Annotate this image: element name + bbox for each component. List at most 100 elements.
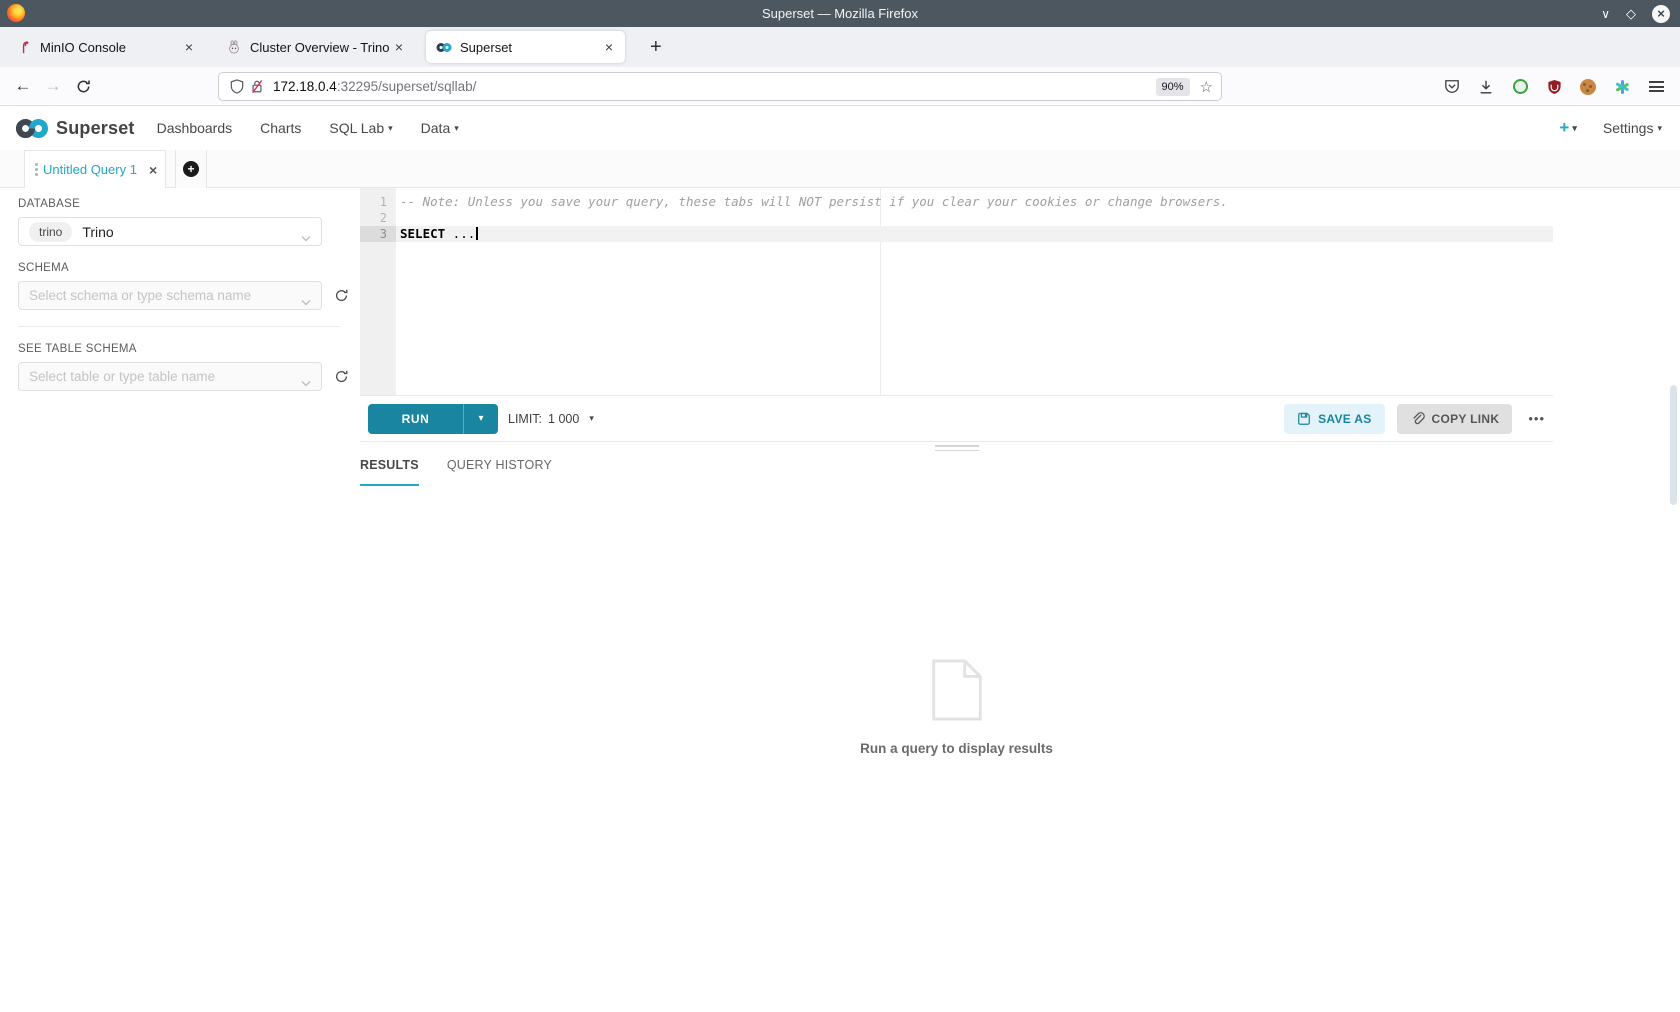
- editor-gutter: 1 2 3: [360, 188, 396, 395]
- refresh-schemas-icon[interactable]: [332, 287, 350, 305]
- limit-label: LIMIT:: [508, 411, 543, 426]
- schema-select[interactable]: Select schema or type schema name: [18, 281, 322, 310]
- editor-toolbar: RUN ▾ LIMIT: 1 000 ▾ SAVE AS COPY LINK •…: [360, 395, 1553, 442]
- add-query-tab-button[interactable]: +: [175, 150, 207, 188]
- pane-resize-handle[interactable]: [934, 445, 979, 454]
- chevron-down-icon: ▾: [1657, 122, 1662, 133]
- database-selected-value: Trino: [82, 223, 114, 240]
- chevron-down-icon: ▾: [388, 122, 393, 133]
- sql-keyword: SELECT: [400, 226, 446, 241]
- more-actions-button[interactable]: •••: [1528, 411, 1545, 426]
- ublock-shield-icon[interactable]: [1544, 77, 1564, 97]
- browser-tab-label: Cluster Overview - Trino: [250, 39, 390, 55]
- browser-tab-label: MinIO Console: [40, 39, 126, 55]
- limit-control[interactable]: LIMIT: 1 000 ▾: [508, 412, 594, 426]
- tab-close-icon[interactable]: ×: [391, 39, 407, 55]
- empty-state-message: Run a query to display results: [860, 741, 1053, 756]
- superset-logo[interactable]: Superset: [14, 117, 135, 140]
- shield-icon[interactable]: [227, 77, 247, 97]
- chevron-down-icon: ▾: [454, 122, 459, 133]
- line-number: 3: [360, 226, 396, 242]
- new-tab-button[interactable]: +: [642, 36, 670, 59]
- firefox-logo-icon: [7, 4, 25, 22]
- page-scrollbar-thumb[interactable]: [1670, 385, 1677, 505]
- cookie-extension-icon[interactable]: [1578, 77, 1598, 97]
- sql-editor[interactable]: 1 2 3 -- Note: Unless you save your quer…: [360, 188, 1553, 395]
- browser-tab-label: Superset: [460, 39, 513, 55]
- browser-tab-trino[interactable]: Cluster Overview - Trino ×: [216, 31, 415, 63]
- back-button[interactable]: ←: [8, 71, 38, 101]
- superset-favicon-icon: [436, 39, 452, 55]
- address-bar[interactable]: 172.18.0.4:32295/superset/sqllab/ 90% ☆: [218, 72, 1222, 101]
- tab-query-history[interactable]: QUERY HISTORY: [447, 458, 552, 486]
- limit-value: 1 000: [548, 411, 580, 426]
- chevron-down-icon: ▾: [1572, 122, 1577, 133]
- line-number: 2: [379, 211, 387, 225]
- tab-close-icon[interactable]: ×: [601, 39, 617, 55]
- table-select[interactable]: Select table or type table name: [18, 362, 322, 391]
- downloads-icon[interactable]: [1476, 77, 1496, 97]
- query-tabstrip: Untitled Query 1 × +: [0, 150, 1680, 188]
- bookmark-star-icon[interactable]: ☆: [1200, 78, 1213, 96]
- chevron-down-icon: [301, 293, 311, 311]
- sqllab-main-pane: 1 2 3 -- Note: Unless you save your quer…: [360, 188, 1553, 1012]
- database-select[interactable]: trino Trino: [18, 217, 322, 246]
- run-query-button[interactable]: RUN ▾: [368, 403, 498, 434]
- query-tab-close-icon[interactable]: ×: [149, 162, 157, 178]
- line-number: 1: [379, 195, 387, 209]
- reload-button[interactable]: [68, 71, 98, 101]
- pinwheel-extension-icon[interactable]: [1612, 77, 1632, 97]
- minio-icon: [16, 39, 32, 55]
- nav-dashboards[interactable]: Dashboards: [157, 120, 233, 136]
- window-maximize-button[interactable]: ◇: [1626, 7, 1636, 20]
- text-cursor: [476, 227, 478, 240]
- refresh-tables-icon[interactable]: [332, 368, 350, 386]
- zoom-level-badge[interactable]: 90%: [1155, 77, 1190, 96]
- superset-infinity-icon: [16, 118, 48, 138]
- tab-results[interactable]: RESULTS: [360, 458, 419, 486]
- database-backend-pill: trino: [29, 221, 73, 242]
- copy-link-button[interactable]: COPY LINK: [1396, 403, 1513, 434]
- window-title: Superset — Mozilla Firefox: [761, 6, 919, 21]
- chevron-down-icon: ▾: [478, 413, 484, 424]
- empty-document-icon: [931, 659, 982, 721]
- results-empty-state: Run a query to display results: [360, 658, 1553, 756]
- tab-close-icon[interactable]: ×: [181, 39, 197, 55]
- save-as-button[interactable]: SAVE AS: [1284, 403, 1385, 434]
- window-minimize-button[interactable]: ∨: [1601, 8, 1610, 20]
- menu-hamburger-icon[interactable]: [1646, 77, 1666, 97]
- extension-green-icon[interactable]: [1510, 77, 1530, 97]
- link-icon: [1412, 412, 1425, 425]
- chevron-down-icon: [301, 229, 311, 247]
- browser-tab-superset[interactable]: Superset ×: [426, 31, 625, 63]
- query-tab-title: Untitled Query 1: [43, 162, 137, 177]
- trino-icon: [226, 39, 242, 55]
- pocket-icon[interactable]: [1442, 77, 1462, 97]
- url-text: 172.18.0.4:32295/superset/sqllab/: [273, 79, 1156, 94]
- table-schema-label: SEE TABLE SCHEMA: [18, 343, 137, 355]
- settings-menu[interactable]: Settings ▾: [1603, 120, 1662, 136]
- query-tab-untitled-1[interactable]: Untitled Query 1 ×: [24, 150, 166, 188]
- run-label[interactable]: RUN: [368, 403, 464, 434]
- insecure-lock-icon[interactable]: [247, 77, 267, 97]
- brand-name: Superset: [56, 117, 135, 138]
- browser-tab-minio[interactable]: MinIO Console ×: [6, 31, 205, 63]
- browser-tabstrip: MinIO Console × Cluster Overview - Trino…: [0, 27, 1680, 67]
- run-options-button[interactable]: ▾: [464, 404, 498, 434]
- nav-sql-lab[interactable]: SQL Lab ▾: [329, 120, 392, 136]
- chevron-down-icon: [301, 374, 311, 392]
- sidebar-divider: [18, 326, 340, 327]
- nav-charts[interactable]: Charts: [260, 120, 301, 136]
- superset-header: Superset Dashboards Charts SQL Lab ▾ Data…: [0, 106, 1680, 150]
- url-path: :32295/superset/sqllab/: [336, 79, 477, 94]
- window-close-button[interactable]: ×: [1652, 4, 1670, 23]
- copy-link-label: COPY LINK: [1431, 411, 1500, 426]
- chevron-down-icon: ▾: [589, 413, 594, 423]
- south-pane: RESULTS QUERY HISTORY Run a query to dis…: [360, 442, 1553, 1012]
- sqllab-sidebar: DATABASE trino Trino SCHEMA Select schem…: [0, 188, 355, 1012]
- nav-data[interactable]: Data ▾: [421, 120, 459, 136]
- forward-button[interactable]: →: [38, 71, 68, 101]
- new-item-button[interactable]: + ▾: [1559, 118, 1576, 138]
- sql-comment: -- Note: Unless you save your query, the…: [400, 194, 1228, 209]
